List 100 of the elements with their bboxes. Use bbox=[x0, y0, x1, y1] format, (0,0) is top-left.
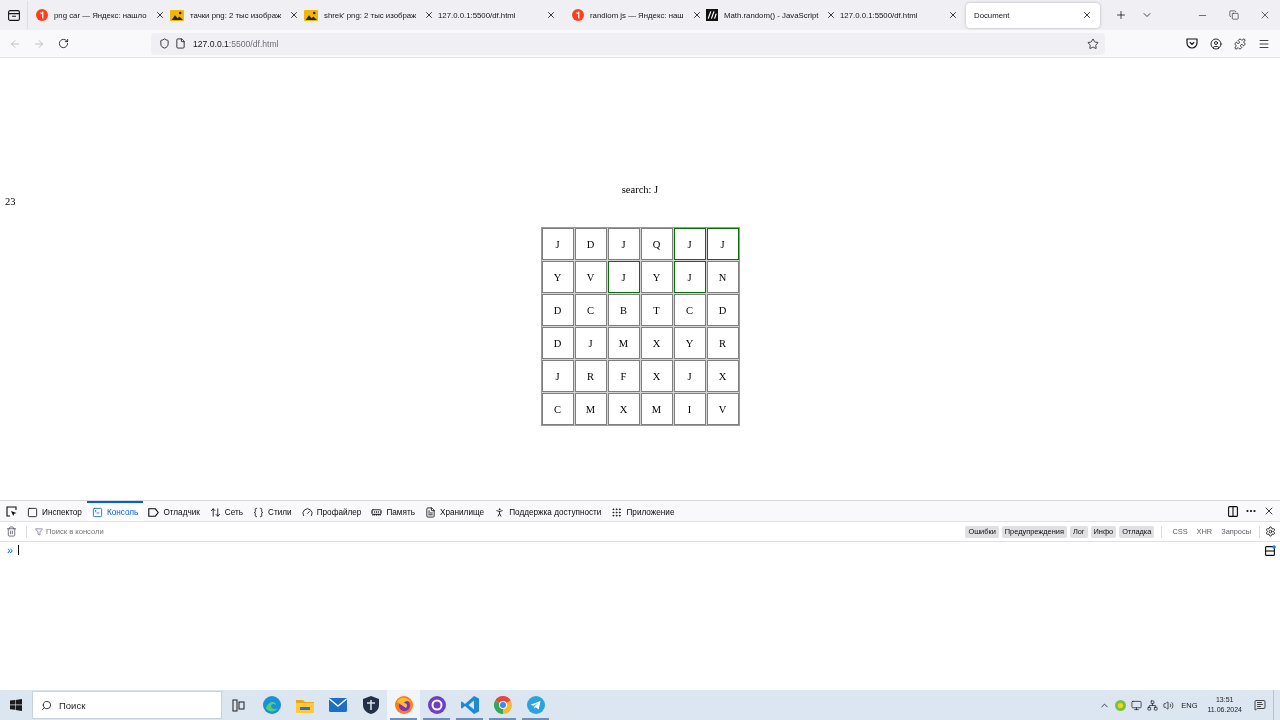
grid-cell: J bbox=[673, 360, 706, 392]
grid-cell: J bbox=[541, 228, 574, 260]
star-icon[interactable] bbox=[1087, 37, 1099, 50]
forward-arrow-icon bbox=[33, 37, 45, 50]
grid-cell: Y bbox=[541, 261, 574, 293]
counter-text: 23 bbox=[5, 196, 16, 208]
address-field[interactable]: 127.0.0.1:5500/df.html bbox=[151, 32, 1105, 55]
devtools-tab[interactable]: Приложение bbox=[606, 501, 680, 521]
gauge-icon bbox=[301, 506, 313, 518]
grid-cell: C bbox=[574, 294, 607, 326]
close-icon bbox=[289, 10, 300, 20]
devtools-tab[interactable]: Стили bbox=[248, 501, 297, 521]
up-down-arrows-icon bbox=[209, 506, 221, 518]
flame-globe-icon[interactable] bbox=[394, 696, 413, 714]
speaker-icon bbox=[1162, 699, 1174, 711]
picture-icon bbox=[170, 9, 184, 21]
status-app-icon bbox=[1114, 699, 1126, 711]
restore-icon bbox=[1228, 10, 1239, 20]
tag-shape-icon bbox=[148, 507, 160, 517]
grid-cell: J bbox=[607, 228, 640, 260]
grid-cell: X bbox=[640, 327, 673, 359]
devtools-tab[interactable]: Память bbox=[366, 501, 420, 521]
menu-icon bbox=[1258, 37, 1270, 50]
taskbar-search-field[interactable]: Поиск bbox=[32, 691, 222, 719]
ribbon-logo-icon[interactable] bbox=[460, 696, 479, 714]
search-icon bbox=[41, 699, 52, 711]
task-view-icon[interactable] bbox=[232, 698, 245, 712]
tray-box-icon bbox=[7, 9, 20, 21]
puzzle-icon bbox=[1234, 37, 1246, 50]
wheel-logo-icon[interactable] bbox=[493, 696, 512, 714]
grid-cell: J bbox=[673, 228, 706, 260]
grid-cell: J bbox=[607, 261, 640, 293]
grid-cell: J bbox=[673, 261, 706, 293]
grid-cell: F bbox=[607, 360, 640, 392]
close-icon bbox=[691, 10, 702, 20]
braces-icon bbox=[253, 506, 265, 518]
grid-cell: D bbox=[706, 294, 739, 326]
grid-cell: X bbox=[607, 393, 640, 425]
split-panel-icon bbox=[1228, 505, 1238, 517]
grid-cell: V bbox=[706, 393, 739, 425]
grid-cell: V bbox=[574, 261, 607, 293]
close-icon bbox=[424, 10, 435, 20]
close-icon bbox=[154, 10, 165, 20]
close-icon bbox=[948, 10, 958, 20]
ring-logo-icon[interactable] bbox=[427, 696, 446, 714]
envelope-icon[interactable] bbox=[328, 698, 347, 712]
pocket-shape-icon bbox=[1186, 38, 1198, 49]
dot-grid-icon bbox=[611, 506, 623, 518]
account-icon bbox=[1210, 37, 1222, 50]
square-outline-icon bbox=[27, 506, 38, 518]
round-logo-icon bbox=[36, 9, 48, 21]
picture-icon bbox=[304, 9, 318, 21]
close-icon bbox=[1263, 505, 1275, 517]
close-icon bbox=[826, 10, 837, 20]
console-input-field[interactable]: » bbox=[0, 542, 1260, 558]
folder-icon[interactable] bbox=[295, 697, 314, 713]
start-menu-icon bbox=[10, 699, 22, 711]
memory-chip-icon bbox=[371, 506, 383, 518]
grid-cell: T bbox=[640, 294, 673, 326]
cursor-box-icon bbox=[5, 505, 17, 517]
grid-cell: D bbox=[541, 294, 574, 326]
page-icon bbox=[175, 38, 186, 49]
grid-cell: Y bbox=[640, 261, 673, 293]
trash-icon bbox=[5, 526, 17, 537]
shield-emblem-icon[interactable] bbox=[362, 696, 379, 714]
grid-cell: C bbox=[673, 294, 706, 326]
devtools-tab[interactable]: Поддержка доступности bbox=[489, 501, 607, 521]
notification-icon bbox=[1254, 699, 1266, 711]
grid-cell: N bbox=[706, 261, 739, 293]
grid-cell: X bbox=[706, 360, 739, 392]
document-icon bbox=[424, 506, 436, 518]
grid-cell: B bbox=[607, 294, 640, 326]
reload-icon bbox=[57, 38, 69, 49]
close-icon bbox=[546, 10, 556, 20]
devtools-tab[interactable]: Отладчик bbox=[143, 501, 205, 521]
devtools-tab[interactable]: Сеть bbox=[204, 501, 249, 521]
search-label: search: J bbox=[621, 184, 659, 196]
grid-cell: Q bbox=[640, 228, 673, 260]
round-logo-icon bbox=[572, 9, 584, 21]
devtools-tab[interactable]: Профайлер bbox=[296, 501, 367, 521]
grid-cell: R bbox=[706, 327, 739, 359]
paper-plane-icon[interactable] bbox=[526, 696, 545, 714]
devtools-tab[interactable]: Консоль bbox=[86, 501, 144, 521]
grid-cell: J bbox=[541, 360, 574, 392]
terminal-icon bbox=[91, 506, 103, 518]
grid-cell: I bbox=[673, 393, 706, 425]
grid-cell: R bbox=[574, 360, 607, 392]
grid-cell: Y bbox=[673, 327, 706, 359]
grid-cell: M bbox=[574, 393, 607, 425]
swirl-logo-icon[interactable] bbox=[262, 696, 281, 714]
taskbar-app-button[interactable] bbox=[387, 690, 420, 720]
grid-cell: C bbox=[541, 393, 574, 425]
grid-cell: D bbox=[541, 327, 574, 359]
devtools-tab[interactable]: Инспектор bbox=[22, 501, 87, 521]
grid-cell: J bbox=[574, 327, 607, 359]
network-icon bbox=[1146, 699, 1158, 711]
devtools-tab[interactable]: Хранилище bbox=[419, 501, 490, 521]
person-icon bbox=[494, 506, 506, 518]
grid-cell: J bbox=[706, 228, 739, 260]
back-arrow-icon bbox=[9, 37, 21, 50]
